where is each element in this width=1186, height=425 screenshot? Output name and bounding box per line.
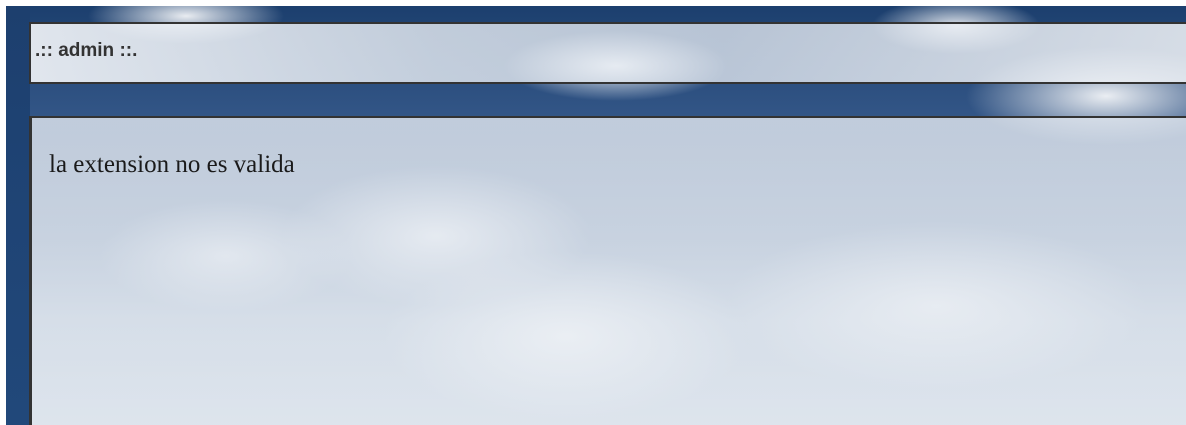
content-panel: la extension no es valida: [29, 116, 1186, 425]
sky-background-strip: [6, 6, 30, 425]
page: .:: admin ::. la extension no es valida: [0, 0, 1186, 425]
header-bar: .:: admin ::.: [29, 22, 1186, 84]
page-title: .:: admin ::.: [35, 40, 138, 61]
error-message: la extension no es valida: [49, 151, 295, 178]
